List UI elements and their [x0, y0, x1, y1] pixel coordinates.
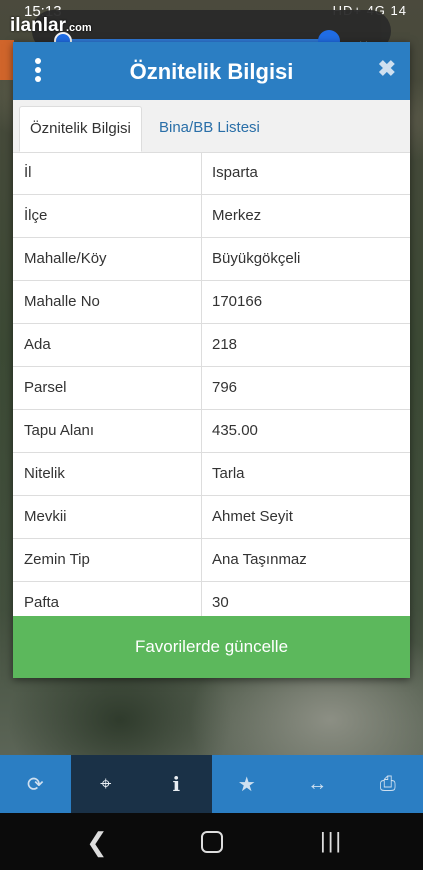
row-key: İlçe	[13, 195, 202, 237]
attribute-dialog: Öznitelik Bilgisi ✖ Öznitelik Bilgisi Bi…	[13, 42, 410, 678]
row-value: 170166	[212, 293, 263, 310]
row-value: Ana Taşınmaz	[212, 551, 307, 568]
dialog-tabs: Öznitelik Bilgisi Bina/BB Listesi	[13, 100, 410, 153]
recent-apps-icon[interactable]: |||	[320, 828, 343, 854]
row-key: Nitelik	[13, 453, 202, 495]
row-key: Zemin Tip	[13, 539, 202, 581]
map-overlay-strip	[0, 40, 14, 80]
close-icon[interactable]: ✖	[378, 56, 396, 82]
row-key: Ada	[13, 324, 202, 366]
table-row: Zemin Tip Ana Taşınmaz	[13, 539, 410, 582]
table-row: Nitelik Tarla	[13, 453, 410, 496]
row-key: Mahalle/Köy	[13, 238, 202, 280]
table-row: İl Isparta	[13, 152, 410, 195]
star-icon[interactable]: ★	[212, 755, 283, 813]
refresh-icon[interactable]: ⟳	[0, 755, 71, 813]
info-icon[interactable]: i	[141, 755, 212, 813]
row-value: Merkez	[212, 207, 262, 224]
home-icon[interactable]	[201, 831, 223, 853]
map-toolbar: ⟳ ⌖ i ★ ↔ ⎙	[0, 755, 423, 813]
dialog-title: Öznitelik Bilgisi	[129, 59, 294, 84]
row-key: Mahalle No	[13, 281, 202, 323]
table-row: Ada 218	[13, 324, 410, 367]
row-key: Tapu Alanı	[13, 410, 202, 452]
row-key: İl	[13, 152, 202, 194]
measure-icon[interactable]: ↔	[282, 755, 353, 813]
table-row: Mahalle/Köy Büyükgökçeli	[13, 238, 410, 281]
table-row: Parsel 796	[13, 367, 410, 410]
watermark-logo: ilanlar.com	[10, 15, 92, 36]
table-row: İlçe Merkez	[13, 195, 410, 238]
android-nav-bar: ❮ |||	[0, 813, 423, 870]
back-icon[interactable]: ❮	[86, 827, 108, 858]
row-value: Ahmet Seyit	[212, 508, 293, 525]
attribute-table: İl Isparta İlçe Merkez Mahalle/Köy Büyükgök…	[13, 152, 410, 625]
row-value: 218	[212, 336, 238, 353]
row-value: Isparta	[212, 164, 258, 181]
row-value: Tarla	[212, 465, 245, 482]
row-value: 796	[212, 379, 238, 396]
update-favorites-button[interactable]: Favorilerde güncelle	[13, 616, 410, 678]
table-row: Mevkii Ahmet Seyit	[13, 496, 410, 539]
tab-attributes[interactable]: Öznitelik Bilgisi	[19, 106, 142, 152]
row-value: 435.00	[212, 422, 258, 439]
table-row: Mahalle No 170166	[13, 281, 410, 324]
print-icon[interactable]: ⎙	[353, 755, 423, 813]
row-value: Büyükgökçeli	[212, 250, 301, 267]
dialog-header: Öznitelik Bilgisi ✖	[13, 42, 410, 100]
table-row: Tapu Alanı 435.00	[13, 410, 410, 453]
row-key: Mevkii	[13, 496, 202, 538]
tab-building-list[interactable]: Bina/BB Listesi	[149, 106, 270, 152]
row-key: Parsel	[13, 367, 202, 409]
crosshair-icon[interactable]: ⌖	[70, 755, 141, 813]
